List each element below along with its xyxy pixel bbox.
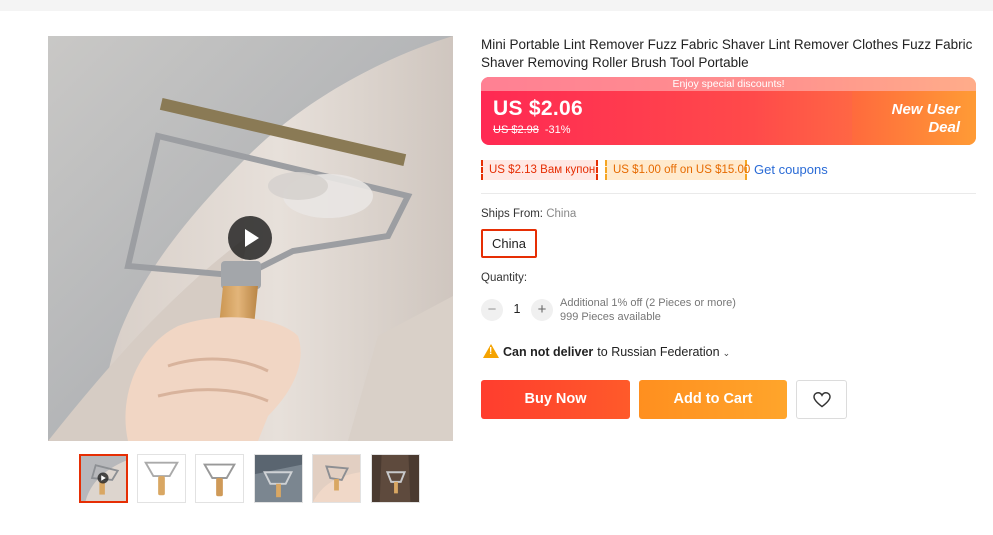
add-to-cart-button[interactable]: Add to Cart (639, 380, 787, 419)
get-coupons-link[interactable]: Get coupons (754, 162, 828, 177)
ship-option-china[interactable]: China (481, 229, 537, 258)
thumbnail-3[interactable] (195, 454, 244, 503)
delivery-status[interactable]: Can not deliverto Russian Federation⌄ (483, 344, 730, 359)
quantity-value[interactable]: 1 (508, 302, 526, 316)
current-price: US $2.06 (493, 97, 583, 120)
coupon-tag[interactable]: US $2.13 Вам купон (481, 160, 598, 180)
chevron-down-icon: ⌄ (722, 348, 731, 358)
thumbnail-strip (79, 454, 424, 504)
ships-from-value: China (546, 208, 577, 220)
delivery-destination: to Russian Federation (597, 345, 720, 359)
price-banner: Enjoy special discounts! US $2.06 US $2.… (481, 77, 976, 145)
quantity-increase-button[interactable]: + (531, 299, 553, 321)
heart-icon (813, 392, 831, 408)
thumbnail-5[interactable] (312, 454, 361, 503)
quantity-decrease-button[interactable]: − (481, 299, 503, 321)
wishlist-button[interactable] (796, 380, 847, 419)
stock-available-text: 999 Pieces available (560, 311, 661, 323)
bulk-discount-text: Additional 1% off (2 Pieces or more) (560, 297, 736, 309)
play-icon[interactable] (228, 216, 272, 260)
top-bar (0, 0, 993, 11)
coupon-tag[interactable]: US $1.00 off on US $15.00 (605, 160, 750, 180)
product-title: Mini Portable Lint Remover Fuzz Fabric S… (481, 37, 973, 70)
new-user-deal-badge: New User Deal (891, 101, 960, 136)
thumbnail-6[interactable] (371, 454, 420, 503)
original-price: US $2.98 (493, 124, 539, 136)
thumbnail-2[interactable] (137, 454, 186, 503)
discount-percent: -31% (544, 124, 571, 136)
quantity-info: Additional 1% off (2 Pieces or more) 999… (560, 296, 736, 324)
thumbnail-1[interactable] (79, 454, 128, 503)
thumbnail-4[interactable] (254, 454, 303, 503)
original-price-row: US $2.98 -31% (493, 124, 571, 136)
divider (481, 193, 976, 194)
warning-icon (483, 344, 499, 358)
main-product-image[interactable] (48, 36, 453, 441)
ships-from-label: Ships From: China (481, 208, 576, 220)
discount-banner: Enjoy special discounts! (481, 77, 976, 91)
quantity-label: Quantity: (481, 272, 528, 284)
ships-from-title: Ships From: (481, 208, 543, 220)
delivery-status-text: Can not deliver (503, 345, 594, 359)
buy-now-button[interactable]: Buy Now (481, 380, 630, 419)
